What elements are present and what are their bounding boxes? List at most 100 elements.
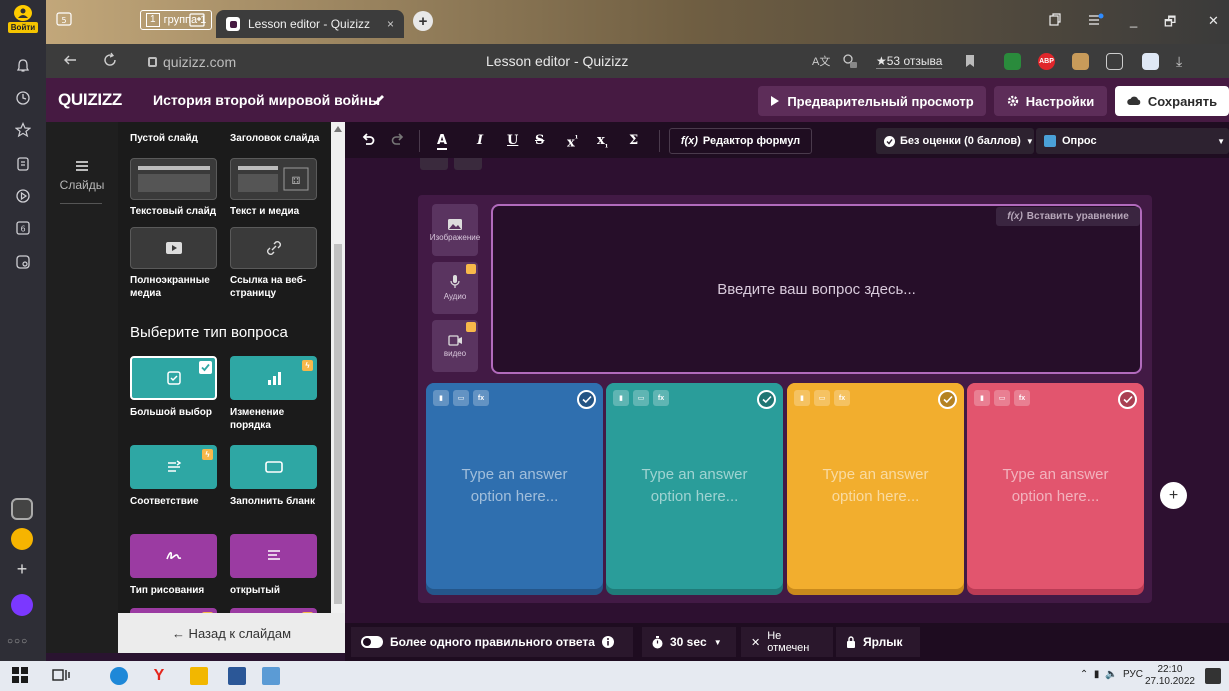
tab-close-icon[interactable]: × — [387, 17, 394, 31]
shield-extension-icon[interactable] — [1106, 53, 1123, 70]
back-to-slides-button[interactable]: ← Назад к слайдам — [118, 613, 345, 653]
correct-check-icon[interactable] — [938, 390, 957, 409]
file-explorer-icon[interactable] — [190, 667, 208, 685]
text-style-icon[interactable]: ▮ — [433, 390, 449, 406]
undo-icon[interactable] — [361, 133, 375, 147]
extension-dock-icon[interactable] — [11, 498, 33, 520]
answer-input[interactable]: Type an answer option here... — [426, 383, 603, 589]
translate-icon[interactable]: A文 — [812, 53, 830, 69]
reorder-tile[interactable]: ϟ — [230, 356, 317, 400]
quizizz-logo[interactable]: QUIZIZZ — [58, 90, 122, 110]
underline-icon[interactable]: U — [507, 133, 518, 148]
strikethrough-icon[interactable]: S — [535, 133, 544, 148]
fx-icon[interactable]: fx — [834, 390, 850, 406]
download-status-icon[interactable] — [1142, 53, 1159, 70]
fx-icon[interactable]: fx — [653, 390, 669, 406]
play-icon[interactable] — [11, 184, 35, 208]
text-style-icon[interactable]: ▮ — [613, 390, 629, 406]
toggle-switch[interactable] — [361, 636, 383, 648]
windows-start-icon[interactable] — [12, 667, 30, 685]
key-icon[interactable] — [842, 53, 858, 69]
image-icon[interactable]: ▭ — [633, 390, 649, 406]
subscript-icon[interactable]: x₁ — [597, 133, 608, 150]
pencil-icon[interactable] — [372, 93, 386, 107]
more-icon[interactable]: ○○○ — [7, 636, 28, 647]
counter-icon[interactable]: 6 — [11, 216, 35, 240]
scroll-up-icon[interactable] — [334, 126, 342, 132]
menu-icon[interactable] — [1088, 13, 1104, 27]
edge-icon[interactable] — [110, 667, 128, 685]
text-media-tile[interactable]: ⚃ — [230, 158, 317, 200]
answer-input[interactable]: Type an answer option here... — [606, 383, 783, 589]
add-panel-icon[interactable]: + — [11, 558, 33, 580]
superscript-icon[interactable]: x¹ — [567, 133, 578, 150]
image-button[interactable]: Изображение — [430, 204, 480, 256]
scroll-thumb[interactable] — [334, 244, 342, 604]
insert-equation-button[interactable]: f(x) Вставить уравнение — [996, 207, 1140, 226]
correct-check-icon[interactable] — [577, 390, 596, 409]
app-icon[interactable] — [262, 667, 280, 685]
settings-button[interactable]: Настройки — [994, 86, 1107, 116]
drawing-tile[interactable] — [130, 534, 217, 578]
yandex-browser-icon[interactable]: Y — [150, 667, 168, 685]
text-slide-tile[interactable] — [130, 158, 217, 200]
fill-blank-tile[interactable] — [230, 445, 317, 489]
open-ended-tile[interactable] — [230, 534, 317, 578]
multi-correct-toggle[interactable]: Более одного правильного ответа — [351, 627, 633, 657]
extension-green-icon[interactable] — [1004, 53, 1021, 70]
fx-icon[interactable]: fx — [1014, 390, 1030, 406]
lesson-title[interactable]: История второй мировой войны — [153, 92, 380, 108]
tab-lesson-editor[interactable]: Lesson editor - Quizizz × — [216, 10, 404, 38]
extension-puzzle-icon[interactable] — [1072, 53, 1089, 70]
history-icon[interactable] — [11, 86, 35, 110]
fullscreen-media-tile[interactable] — [130, 227, 217, 269]
text-style-icon[interactable]: ▮ — [974, 390, 990, 406]
video-button[interactable]: видео — [432, 320, 478, 372]
audio-button[interactable]: Аудио — [432, 262, 478, 314]
correct-check-icon[interactable] — [757, 390, 776, 409]
slides-icon[interactable] — [74, 160, 90, 174]
answer-input[interactable]: Type an answer option here... — [787, 383, 964, 589]
answer-input[interactable]: Type an answer option here... — [967, 383, 1144, 589]
tag-button[interactable]: Ярлык — [836, 627, 920, 657]
minimize-button[interactable]: _ — [1130, 13, 1137, 28]
question-type-dropdown[interactable]: Опрос ▼ — [1036, 128, 1229, 154]
multiple-choice-tile[interactable] — [130, 356, 217, 400]
text-color-icon[interactable]: A — [437, 133, 448, 150]
word-icon[interactable] — [228, 667, 246, 685]
sigma-icon[interactable]: Σ — [629, 133, 638, 148]
info-icon[interactable] — [601, 636, 614, 648]
panel-scrollbar[interactable] — [331, 122, 345, 613]
new-group-icon[interactable] — [189, 12, 205, 28]
alice-icon[interactable] — [11, 594, 33, 616]
correct-check-icon[interactable] — [1118, 390, 1137, 409]
not-marked-button[interactable]: ✕ Не отмечен — [741, 627, 833, 657]
collections-icon[interactable] — [11, 152, 35, 176]
web-link-tile[interactable] — [230, 227, 317, 269]
redo-icon[interactable] — [391, 133, 405, 147]
downloads-icon[interactable]: ⤓ — [1176, 53, 1193, 70]
add-option-button[interactable]: + — [1160, 482, 1187, 509]
formula-editor-button[interactable]: f(x) Редактор формул — [669, 128, 812, 154]
preview-button[interactable]: Предварительный просмотр — [758, 86, 986, 116]
adblock-icon[interactable]: ABP — [1038, 53, 1055, 70]
restore-button[interactable]: 🗗 — [1164, 13, 1176, 35]
reload-icon[interactable] — [102, 52, 118, 68]
fx-icon[interactable]: fx — [473, 390, 489, 406]
match-tile[interactable]: ϟ — [130, 445, 217, 489]
italic-icon[interactable]: I — [477, 133, 483, 148]
task-view-icon[interactable] — [52, 667, 70, 685]
url-field[interactable]: quizizz.com — [148, 52, 236, 72]
star-icon[interactable] — [11, 118, 35, 142]
image-icon[interactable]: ▭ — [814, 390, 830, 406]
screenshot-icon[interactable] — [11, 250, 35, 274]
mail-icon[interactable] — [11, 528, 33, 550]
question-input[interactable]: Введите ваш вопрос здесь... — [491, 204, 1142, 374]
tab-counter-icon[interactable]: 5 — [56, 11, 72, 27]
back-arrow-icon[interactable] — [62, 52, 78, 68]
points-dropdown[interactable]: Без оценки (0 баллов) ▼ — [876, 128, 1034, 154]
slides-label[interactable]: Слайды — [46, 178, 118, 192]
save-button[interactable]: Сохранять — [1115, 86, 1229, 116]
text-style-icon[interactable]: ▮ — [794, 390, 810, 406]
image-icon[interactable]: ▭ — [453, 390, 469, 406]
